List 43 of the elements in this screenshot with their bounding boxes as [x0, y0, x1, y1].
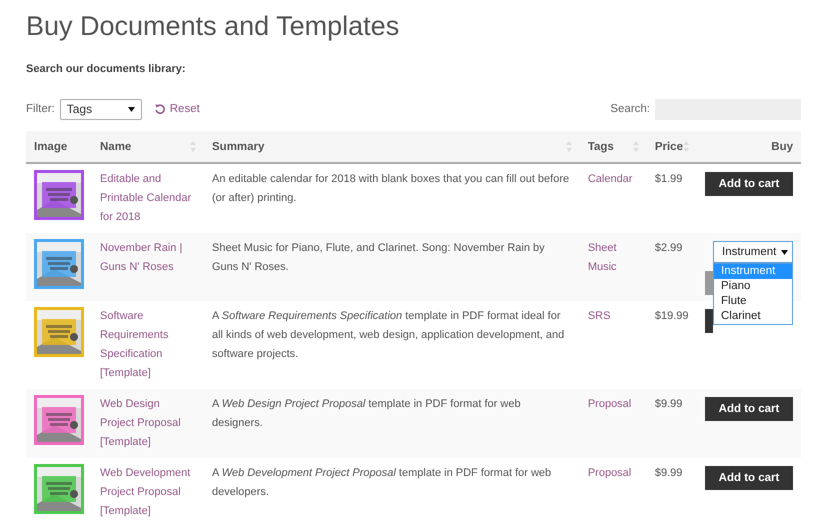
column-header[interactable]: Tags	[588, 140, 614, 152]
tag-link[interactable]: Proposal	[588, 464, 639, 483]
add-to-cart-button[interactable]: Add to cart	[705, 466, 793, 490]
column-header[interactable]: Image	[34, 140, 68, 152]
filter-select[interactable]: Tags	[60, 98, 142, 120]
product-link[interactable]: Web Development Project Proposal [Template]	[100, 464, 196, 521]
product-link[interactable]: Editable and Printable Calendar for 2018	[100, 170, 196, 227]
dropdown-option[interactable]: Clarinet	[714, 309, 792, 324]
caret-icon	[128, 106, 135, 112]
price: $9.99	[654, 467, 682, 479]
price: $2.99	[654, 242, 682, 254]
add-to-cart-button[interactable]: Add to cart	[705, 397, 793, 421]
sort-icon[interactable]	[632, 141, 639, 152]
product-summary: A Web Development Project Proposal template in PDF format for web developers.	[212, 467, 552, 498]
product-summary: Sheet Music for Piano, Flute, and Clarinet. Song: November Rain by Guns N' Roses.	[212, 242, 545, 273]
column-header[interactable]: Buy	[771, 140, 793, 152]
product-link[interactable]: Software Requirements Specification [Template]	[100, 307, 196, 383]
dropdown-option[interactable]: Flute	[714, 294, 792, 309]
product-summary: An editable calendar for 2018 with blank boxes that you can fill out before (or after) printing.	[212, 173, 570, 204]
add-to-cart-button[interactable]	[705, 271, 713, 295]
undo-icon	[154, 104, 165, 114]
price: $1.99	[654, 173, 682, 185]
search-label: Search:	[610, 103, 650, 115]
search-heading: Search our documents library:	[26, 63, 187, 75]
caret-icon	[781, 250, 788, 254]
reset-link[interactable]: Reset	[154, 103, 200, 115]
sort-icon[interactable]	[566, 141, 572, 152]
product-summary: A Web Design Project Proposal template in PDF format for web designers.	[212, 398, 521, 429]
column-header[interactable]: Name	[100, 140, 132, 152]
dropdown-option[interactable]: Piano	[714, 279, 792, 294]
page-title: Buy Documents and Templates	[26, 10, 400, 43]
price: $19.99	[654, 310, 688, 322]
price: $9.99	[654, 398, 682, 410]
product-summary: A Software Requirements Specification template in PDF format ideal for all kinds of web development, web design, application development, and software projects.	[212, 310, 564, 360]
instrument-select[interactable]: Instrument	[713, 241, 793, 263]
filter-label: Filter:	[26, 103, 55, 115]
sort-icon[interactable]	[683, 141, 689, 152]
sort-icon[interactable]	[190, 141, 196, 152]
add-to-cart-button[interactable]	[705, 309, 713, 333]
tag-link[interactable]: Calendar	[588, 170, 639, 189]
add-to-cart-button[interactable]: Add to cart	[705, 172, 793, 196]
tag-link[interactable]: SRS	[588, 307, 639, 326]
column-header[interactable]: Summary	[212, 140, 264, 152]
